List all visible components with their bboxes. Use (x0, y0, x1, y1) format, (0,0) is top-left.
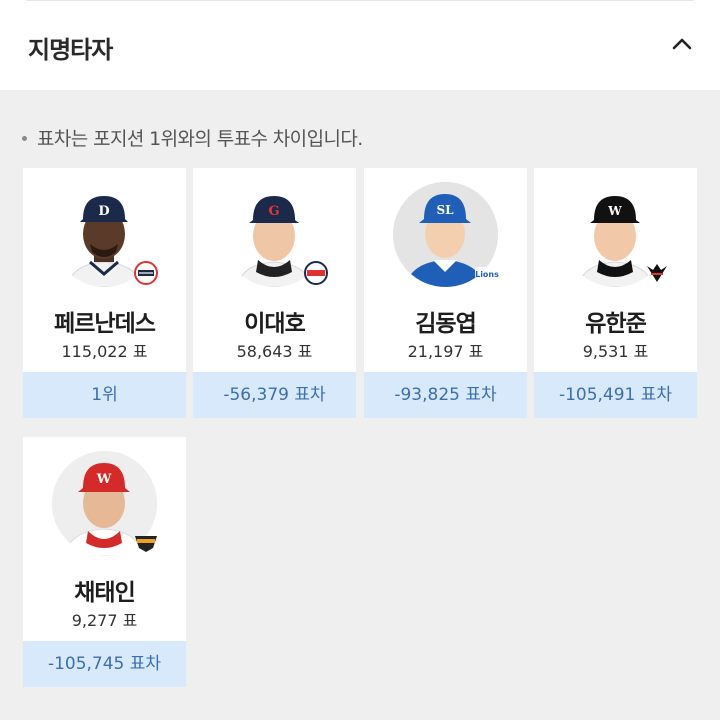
vote-difference: -93,825 표차 (364, 372, 527, 418)
vote-difference: 1위 (23, 372, 186, 418)
vote-difference: -105,745 표차 (23, 641, 186, 687)
vote-difference: -56,379 표차 (193, 372, 356, 418)
player-card[interactable]: W 채태인 9,277 표 -105,745 표차 (23, 437, 186, 687)
bullet-icon (22, 135, 27, 141)
svg-text:W: W (96, 472, 112, 487)
bears-logo-icon (134, 261, 158, 285)
svg-text:G: G (268, 204, 279, 219)
svg-text:D: D (98, 204, 109, 219)
wyverns-logo-icon (135, 536, 157, 552)
player-name: 페르난데스 (54, 311, 156, 337)
chevron-up-icon[interactable] (670, 32, 694, 56)
vote-count: 9,531 표 (582, 342, 649, 361)
player-card[interactable]: W 유한준 9,531 표 -105,491 표차 (534, 168, 697, 418)
divider (26, 0, 694, 1)
player-card[interactable]: G 이대호 58,643 표 -56,379 표차 (193, 168, 356, 418)
vote-count: 9,277 표 (71, 611, 138, 630)
giants-logo-icon (304, 261, 328, 285)
section-title: 지명타자 (28, 36, 113, 64)
player-card[interactable]: D 페르난데스 115,022 표 1위 (23, 168, 186, 418)
svg-text:W: W (607, 204, 622, 218)
lions-logo-icon: Lions (475, 267, 499, 279)
vote-difference-note: 표차는 포지션 1위와의 투표수 차이입니다. (22, 124, 363, 151)
vote-count: 115,022 표 (61, 342, 148, 361)
player-name: 유한준 (585, 311, 646, 337)
vote-difference: -105,491 표차 (534, 372, 697, 418)
vote-count: 58,643 표 (236, 342, 313, 361)
svg-text:SL: SL (436, 203, 454, 217)
player-name: 이대호 (244, 311, 305, 337)
svg-text:Lions: Lions (475, 270, 499, 279)
player-name: 채태인 (74, 580, 135, 606)
vote-count: 21,197 표 (407, 342, 484, 361)
player-card[interactable]: SL Lions 김동엽 21,197 표 -93,825 표차 (364, 168, 527, 418)
section-header[interactable]: 지명타자 (0, 0, 720, 90)
kt-wiz-logo-icon (647, 264, 667, 282)
player-name: 김동엽 (415, 311, 476, 337)
note-text: 표차는 포지션 1위와의 투표수 차이입니다. (37, 128, 363, 150)
